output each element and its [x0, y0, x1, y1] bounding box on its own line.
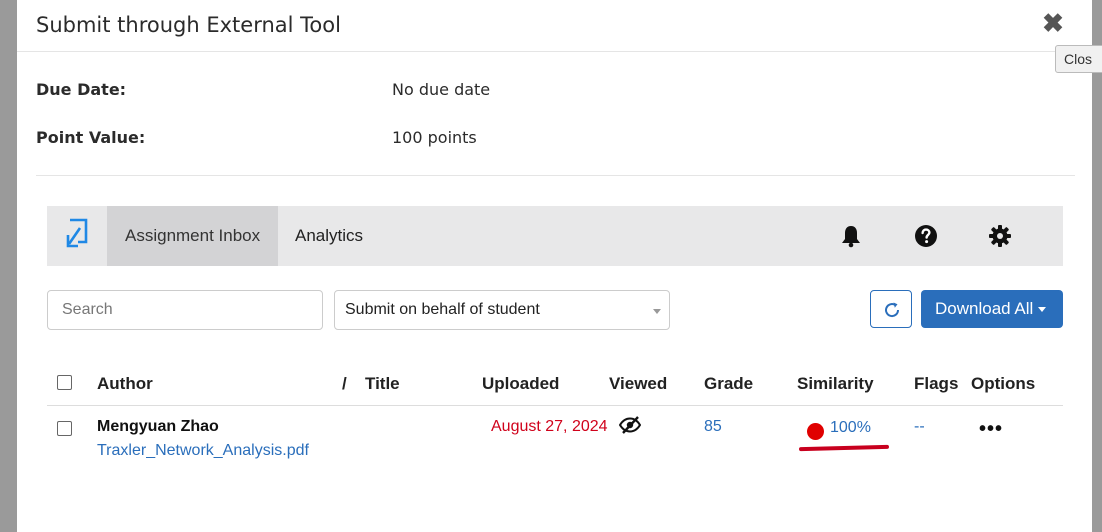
refresh-icon	[885, 302, 900, 318]
row-author: Mengyuan Zhao	[97, 418, 219, 435]
column-header-similarity[interactable]: Similarity	[797, 374, 874, 394]
column-header-title[interactable]: Title	[365, 374, 400, 394]
column-header-flags[interactable]: Flags	[914, 374, 958, 394]
similarity-status-dot	[807, 423, 824, 440]
chevron-down-icon	[653, 309, 661, 314]
row-select-checkbox[interactable]	[57, 421, 72, 436]
submit-on-behalf-value: Submit on behalf of student	[345, 301, 540, 318]
page-backdrop-left	[0, 0, 17, 532]
modal-title: Submit through External Tool	[36, 13, 341, 37]
row-similarity-link[interactable]: 100%	[830, 419, 871, 437]
select-all-checkbox[interactable]	[57, 375, 72, 390]
bell-icon[interactable]	[839, 224, 863, 248]
download-all-button[interactable]: Download All	[921, 290, 1063, 328]
close-tooltip: Clos	[1055, 45, 1102, 73]
table-header-divider	[47, 405, 1063, 406]
submit-on-behalf-select[interactable]: Submit on behalf of student	[334, 290, 670, 330]
due-date-value: No due date	[392, 80, 491, 99]
column-header-uploaded[interactable]: Uploaded	[482, 374, 559, 394]
help-icon[interactable]	[914, 224, 938, 248]
row-uploaded-date: August 27, 2024	[491, 418, 608, 435]
row-options-menu[interactable]: •••	[979, 418, 1003, 441]
column-header-viewed[interactable]: Viewed	[609, 374, 667, 394]
row-flags-link[interactable]: --	[914, 418, 925, 436]
point-value-value: 100 points	[392, 128, 477, 147]
page-backdrop-right	[1092, 0, 1102, 532]
column-header-grade[interactable]: Grade	[704, 374, 753, 394]
search-input[interactable]	[47, 290, 323, 330]
annotation-underline	[798, 444, 890, 452]
submit-modal: Submit through External Tool ✖ Due Date:…	[17, 0, 1092, 532]
row-file-link[interactable]: Traxler_Network_Analysis.pdf	[97, 442, 309, 460]
close-icon[interactable]: ✖	[1040, 9, 1066, 37]
column-header-author[interactable]: Author	[97, 374, 153, 394]
chevron-down-icon	[1038, 307, 1047, 313]
divider	[36, 175, 1075, 176]
download-all-label: Download All	[935, 299, 1034, 318]
eye-slash-icon	[618, 416, 642, 439]
modal-header: Submit through External Tool ✖	[17, 0, 1092, 52]
row-grade-link[interactable]: 85	[704, 418, 722, 436]
column-header-options: Options	[971, 374, 1036, 393]
tab-analytics[interactable]: Analytics	[295, 206, 363, 266]
due-date-label: Due Date:	[36, 80, 127, 99]
point-value-label: Point Value:	[36, 128, 146, 147]
refresh-button[interactable]	[870, 290, 912, 328]
gear-icon[interactable]	[988, 224, 1012, 248]
tool-logo-icon[interactable]	[47, 206, 107, 266]
column-header-slash: /	[342, 374, 347, 393]
tab-assignment-inbox[interactable]: Assignment Inbox	[107, 206, 278, 266]
tool-nav-bar: Assignment Inbox Analytics	[47, 206, 1063, 266]
